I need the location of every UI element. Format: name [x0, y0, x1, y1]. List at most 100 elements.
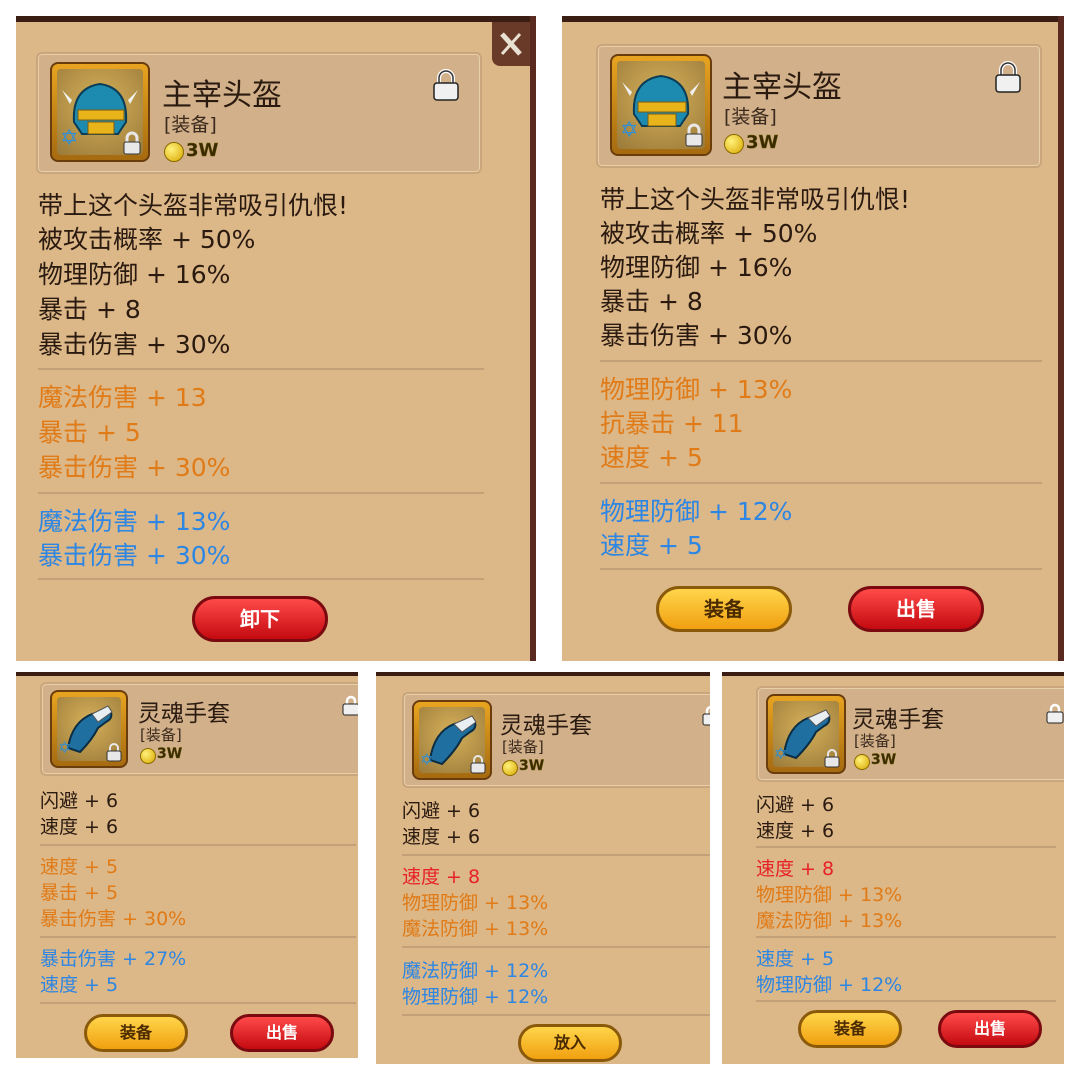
blue-stat: 速度 + 5 [600, 531, 703, 560]
item-header: ✡ 灵魂手套 [装备] 3W [756, 686, 1064, 782]
base-stat: 暴击 + 8 [600, 287, 703, 316]
item-header: ✡ 灵魂手套 [装备] 3W [402, 692, 710, 788]
divider [40, 1002, 356, 1004]
item-type: [装备] [140, 726, 182, 744]
blue-stat: 魔法伤害 + 13% [38, 507, 231, 536]
orange-stat: 魔法伤害 + 13 [38, 383, 207, 412]
item-icon-frame[interactable]: ✡ [610, 54, 712, 156]
blue-stat: 物理防御 + 12% [402, 986, 549, 1008]
blue-stat: 暴击伤害 + 30% [38, 541, 231, 570]
divider [402, 854, 710, 856]
item-header: ✡ 主宰头盔 [装备] 3W [596, 44, 1042, 168]
item-icon-frame[interactable]: ✡ [50, 62, 150, 162]
lock-icon[interactable] [994, 60, 1022, 94]
unequip-button[interactable]: 卸下 [192, 596, 328, 642]
lock-icon [824, 749, 840, 768]
item-name: 灵魂手套 [852, 707, 944, 733]
red-stat: 速度 + 8 [756, 858, 835, 880]
item-panel-helmet-equipped: ✡ 主宰头盔 [装备] 3W 带上这个头盔非常吸引仇恨! 被攻击概率 + 50%… [16, 16, 536, 661]
base-stat: 速度 + 6 [756, 820, 835, 842]
equip-button[interactable]: 装备 [84, 1014, 188, 1052]
coin-icon [724, 134, 744, 154]
divider [38, 578, 484, 580]
orange-stat: 暴击 + 5 [40, 882, 119, 904]
orange-stat: 魔法防御 + 13% [756, 910, 903, 932]
item-icon-frame[interactable]: ✡ [412, 700, 492, 780]
base-stat: 被攻击概率 + 50% [38, 225, 256, 254]
base-stat: 暴击 + 8 [38, 295, 141, 324]
divider [402, 946, 710, 948]
lock-icon [685, 123, 703, 147]
close-tab-icon[interactable] [492, 22, 530, 66]
sell-button[interactable]: 出售 [230, 1014, 334, 1052]
item-description: 带上这个头盔非常吸引仇恨! [600, 185, 911, 214]
coin-icon [502, 760, 518, 776]
equip-button[interactable]: 装备 [656, 586, 792, 632]
base-stat: 物理防御 + 16% [38, 260, 231, 289]
lock-icon[interactable] [1046, 702, 1064, 724]
item-price: 3W [746, 132, 779, 153]
base-stat: 闪避 + 6 [402, 800, 481, 822]
base-stat: 暴击伤害 + 30% [38, 330, 231, 359]
blue-stat: 魔法防御 + 12% [402, 960, 549, 982]
item-price: 3W [157, 746, 183, 762]
blue-stat: 物理防御 + 12% [600, 497, 793, 526]
orange-stat: 速度 + 5 [40, 856, 119, 878]
item-description: 带上这个头盔非常吸引仇恨! [38, 191, 349, 220]
item-icon-frame[interactable]: ✡ [766, 694, 846, 774]
base-stat: 速度 + 6 [40, 816, 119, 838]
lock-icon [106, 743, 122, 762]
base-stat: 被攻击概率 + 50% [600, 219, 818, 248]
base-stat: 速度 + 6 [402, 826, 481, 848]
item-type: [装备] [724, 106, 777, 128]
divider [40, 936, 356, 938]
blue-stat: 物理防御 + 12% [756, 974, 903, 996]
item-icon-frame[interactable]: ✡ [50, 690, 128, 768]
sell-button[interactable]: 出售 [848, 586, 984, 632]
item-header: ✡ 主宰头盔 [装备] 3W [36, 52, 482, 174]
lock-icon[interactable] [432, 68, 460, 102]
equip-button[interactable]: 装备 [798, 1010, 902, 1048]
star-badge-icon: ✡ [620, 118, 639, 143]
orange-stat: 魔法防御 + 13% [402, 918, 549, 940]
lock-icon[interactable] [702, 704, 710, 726]
coin-icon [854, 754, 870, 770]
panel-top-rim [562, 16, 1058, 22]
sell-button[interactable]: 出售 [938, 1010, 1042, 1048]
divider [40, 844, 356, 846]
divider [756, 936, 1056, 938]
divider [38, 492, 484, 494]
item-header: ✡ 灵魂手套 [装备] 3W [40, 682, 358, 776]
divider [38, 368, 484, 370]
blue-stat: 暴击伤害 + 27% [40, 948, 187, 970]
item-panel-gloves-3: ✡ 灵魂手套 [装备] 3W 闪避 + 6 速度 + 6 速度 + 8 物理防御… [722, 672, 1064, 1064]
item-name: 灵魂手套 [500, 713, 592, 739]
orange-stat: 抗暴击 + 11 [600, 409, 744, 438]
item-type: [装备] [502, 738, 544, 756]
blue-stat: 速度 + 5 [40, 974, 119, 996]
item-type: [装备] [164, 114, 217, 136]
lock-icon [123, 131, 141, 155]
panel-top-rim [722, 672, 1064, 676]
divider [402, 1014, 710, 1016]
star-badge-icon: ✡ [774, 744, 788, 763]
orange-stat: 暴击伤害 + 30% [38, 453, 231, 482]
divider [600, 568, 1042, 570]
panel-top-rim [16, 672, 358, 676]
item-panel-gloves-2: ✡ 灵魂手套 [装备] 3W 闪避 + 6 速度 + 6 速度 + 8 物理防御… [376, 672, 710, 1064]
put-in-button[interactable]: 放入 [518, 1024, 622, 1062]
item-name: 主宰头盔 [722, 70, 842, 105]
base-stat: 暴击伤害 + 30% [600, 321, 793, 350]
coin-icon [140, 748, 156, 764]
item-price: 3W [186, 140, 219, 161]
divider [600, 360, 1042, 362]
item-price: 3W [871, 752, 897, 768]
lock-icon[interactable] [342, 694, 358, 716]
divider [756, 1000, 1056, 1002]
item-panel-gloves-1: ✡ 灵魂手套 [装备] 3W 闪避 + 6 速度 + 6 速度 + 5 暴击 +… [16, 672, 358, 1058]
base-stat: 闪避 + 6 [756, 794, 835, 816]
coin-icon [164, 142, 184, 162]
orange-stat: 速度 + 5 [600, 443, 703, 472]
star-badge-icon: ✡ [58, 738, 72, 757]
item-panel-helmet-compare: ✡ 主宰头盔 [装备] 3W 带上这个头盔非常吸引仇恨! 被攻击概率 + 50%… [562, 16, 1064, 661]
